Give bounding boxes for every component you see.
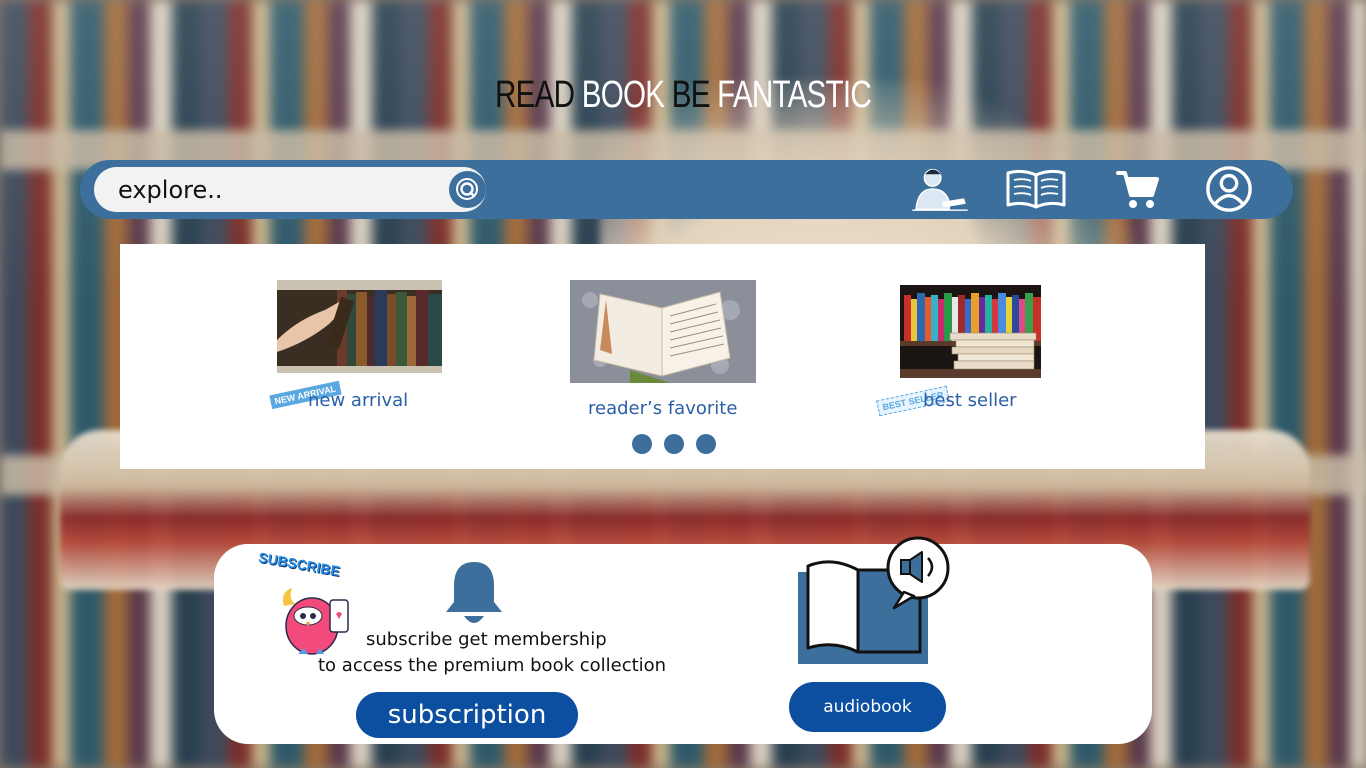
bell-icon bbox=[446, 562, 502, 623]
subscribe-sticker-text: SUBSCRIBE bbox=[257, 548, 342, 580]
search-icon bbox=[455, 177, 478, 200]
audiobook-icon bbox=[798, 536, 950, 664]
carousel-dot-2[interactable] bbox=[664, 434, 684, 454]
open-book-icon[interactable] bbox=[1004, 165, 1068, 213]
promo-panel: SUBSCRIBE subscribe get membership to ac… bbox=[214, 536, 1152, 744]
category-label-best-seller[interactable]: best seller bbox=[923, 390, 1017, 411]
search-bar bbox=[94, 167, 486, 212]
category-label-readers-favorite[interactable]: reader’s favorite bbox=[588, 398, 737, 419]
membership-text-line2: to access the premium book collection bbox=[318, 655, 667, 676]
bird-mascot-icon bbox=[283, 588, 349, 655]
cart-icon[interactable] bbox=[1114, 165, 1162, 213]
readers-favorite-image bbox=[570, 280, 756, 383]
top-navbar bbox=[80, 160, 1293, 219]
categories-panel: NEW ARRIVAL new arrival reader’s favorit… bbox=[120, 244, 1205, 469]
membership-text-line1: subscribe get membership bbox=[366, 629, 607, 650]
subscription-button[interactable]: subscription bbox=[356, 692, 578, 738]
new-arrival-image bbox=[277, 280, 442, 373]
reader-icon[interactable] bbox=[908, 165, 972, 213]
carousel-dot-1[interactable] bbox=[632, 434, 652, 454]
subscribe-sticker: SUBSCRIBE bbox=[257, 548, 368, 658]
best-seller-image bbox=[900, 285, 1041, 378]
audiobook-button[interactable]: audiobook bbox=[789, 682, 946, 732]
category-label-new-arrival[interactable]: new arrival bbox=[308, 390, 408, 411]
page-headline: READ BOOK BE FANTASTIC bbox=[495, 74, 872, 116]
search-button[interactable] bbox=[449, 171, 486, 208]
carousel-dot-3[interactable] bbox=[696, 434, 716, 454]
user-account-icon[interactable] bbox=[1204, 165, 1254, 213]
search-input[interactable] bbox=[116, 173, 420, 207]
